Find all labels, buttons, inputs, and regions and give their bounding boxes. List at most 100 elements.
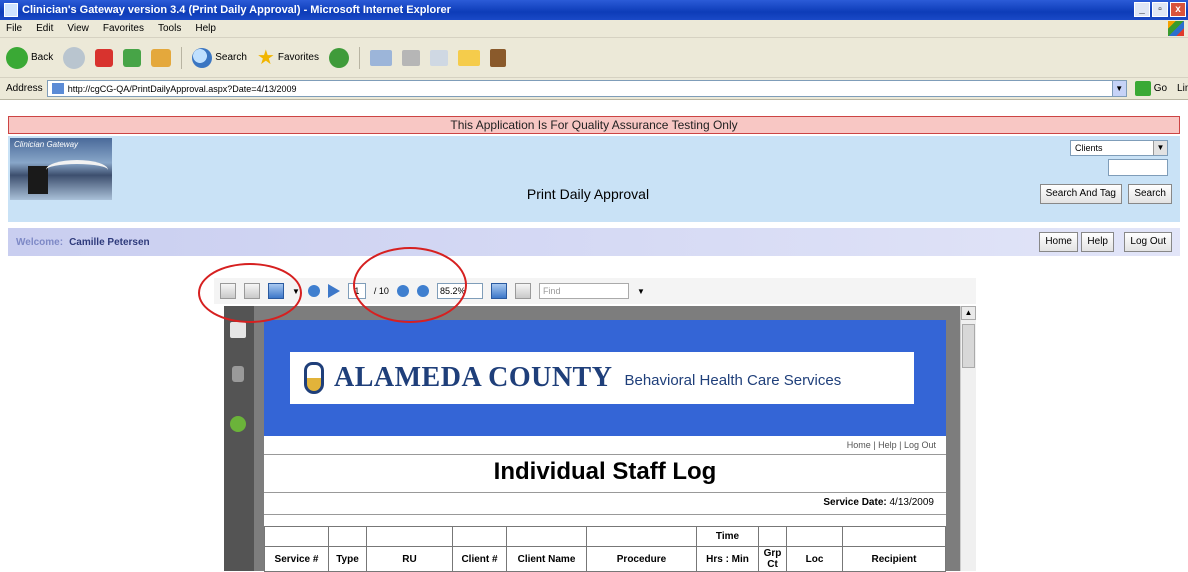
pdf-toolbar: ▼ 1 / 10 85.2% Find ▼ <box>214 278 976 304</box>
pdf-fit-width-icon[interactable] <box>514 283 531 299</box>
county-name: ALAMEDA COUNTY <box>334 362 613 393</box>
chevron-down-icon[interactable]: ▼ <box>637 287 645 296</box>
column-header: Client # <box>452 546 507 572</box>
ie-icon <box>4 3 18 17</box>
close-button[interactable]: x <box>1170 2 1186 17</box>
forward-arrow-icon <box>63 46 86 69</box>
search-and-tag-button[interactable]: Search And Tag <box>1039 184 1122 204</box>
nav-home-button[interactable]: Home <box>1039 232 1078 252</box>
divider <box>264 454 946 455</box>
service-date-label: Service Date: <box>823 497 887 508</box>
window-titlebar: Clinician's Gateway version 3.4 (Print D… <box>0 0 1188 20</box>
nav-logout-button[interactable]: Log Out <box>1124 232 1172 252</box>
address-dropdown-icon[interactable]: ▼ <box>1111 81 1126 96</box>
home-icon[interactable] <box>151 48 172 67</box>
stop-icon[interactable] <box>95 48 114 67</box>
logo-building <box>28 166 48 194</box>
report-title: Individual Staff Log <box>493 458 717 485</box>
attachment-icon[interactable] <box>232 366 244 382</box>
pdf-fit-page-icon[interactable] <box>490 283 507 299</box>
report-banner: ALAMEDA COUNTY Behavioral Health Care Se… <box>264 320 946 436</box>
pdf-scrollbar[interactable]: ▲ <box>960 306 976 571</box>
column-header: Loc <box>786 546 843 572</box>
address-label: Address <box>6 83 43 94</box>
column-header: Service # <box>264 546 329 572</box>
links-button[interactable]: Links <box>1177 83 1188 94</box>
address-input[interactable]: http://cgCG-QA/PrintDailyApproval.aspx?D… <box>46 80 1127 97</box>
maximize-button[interactable]: ▫ <box>1152 2 1168 17</box>
annotation-circle-print-save <box>198 263 302 323</box>
divider <box>264 514 946 515</box>
pages-icon[interactable] <box>230 322 246 338</box>
minimize-button[interactable]: _ <box>1134 2 1150 17</box>
column-header: Type <box>328 546 367 572</box>
logo-curve <box>46 160 108 180</box>
pdf-find-input[interactable]: Find <box>538 283 629 299</box>
folder-icon[interactable] <box>457 49 480 66</box>
pdf-next-page-icon[interactable] <box>327 284 340 298</box>
search-button-app[interactable]: Search <box>1128 184 1172 204</box>
page-icon <box>51 83 64 94</box>
pdf-prev-page-icon[interactable] <box>307 285 320 297</box>
toolbar-separator <box>181 46 183 69</box>
column-header: Client Name <box>506 546 587 572</box>
search-label: Search <box>215 52 247 63</box>
column-header: RU <box>366 546 453 572</box>
address-url: http://cgCG-QA/PrintDailyApproval.aspx?D… <box>67 83 297 94</box>
menu-file[interactable]: File <box>6 23 22 34</box>
page-title: Print Daily Approval <box>526 186 650 202</box>
report-page-links: Home | Help | Log Out <box>846 440 936 450</box>
favorites-button[interactable]: ★ Favorites <box>257 48 319 68</box>
refresh-icon[interactable] <box>123 48 142 67</box>
scroll-thumb[interactable] <box>962 324 975 368</box>
table-header-row: Service # Type RU Client # Client Name P… <box>264 546 946 572</box>
county-subtitle: Behavioral Health Care Services <box>624 371 842 389</box>
menu-favorites[interactable]: Favorites <box>103 23 144 34</box>
forward-button[interactable] <box>63 46 86 69</box>
welcome-label: Welcome: <box>16 236 64 248</box>
column-header: Grp Ct <box>758 546 787 572</box>
time-header: Time <box>696 526 759 547</box>
browser-toolbar: Back Search ★ Favorites <box>0 38 1188 78</box>
service-date: Service Date: 4/13/2009 <box>823 497 934 508</box>
menu-help[interactable]: Help <box>195 23 216 34</box>
app-header: Clinician Gateway Print Daily Approval C… <box>8 136 1180 222</box>
go-button[interactable]: Go <box>1134 81 1167 96</box>
go-arrow-icon <box>1134 81 1151 96</box>
toolbar-separator <box>358 46 360 69</box>
back-label: Back <box>31 52 54 63</box>
mail-icon[interactable] <box>369 49 392 66</box>
back-button[interactable]: Back <box>6 46 54 69</box>
windows-logo-icon <box>1168 21 1184 36</box>
user-name: Camille Petersen <box>69 236 150 248</box>
county-logo: ALAMEDA COUNTY Behavioral Health Care Se… <box>290 352 914 404</box>
search-type-select[interactable]: Clients ▼ <box>1070 140 1168 156</box>
history-icon[interactable] <box>328 47 349 68</box>
research-icon[interactable] <box>489 48 506 67</box>
annotation-circle-page-nav <box>353 247 467 323</box>
print-icon[interactable] <box>401 49 420 66</box>
signature-icon[interactable] <box>230 416 246 432</box>
logo-text: Clinician Gateway <box>14 140 79 149</box>
column-header: Procedure <box>586 546 697 572</box>
search-input[interactable] <box>1108 159 1168 176</box>
window-title: Clinician's Gateway version 3.4 (Print D… <box>22 4 451 16</box>
back-arrow-icon <box>6 46 28 69</box>
menu-edit[interactable]: Edit <box>36 23 53 34</box>
window-controls: _ ▫ x <box>1134 2 1186 17</box>
nav-help-button[interactable]: Help <box>1081 232 1114 252</box>
menu-view[interactable]: View <box>67 23 89 34</box>
service-date-value: 4/13/2009 <box>889 497 935 508</box>
pdf-page: ALAMEDA COUNTY Behavioral Health Care Se… <box>264 320 946 572</box>
edit-icon[interactable] <box>429 49 448 66</box>
scroll-up-icon[interactable]: ▲ <box>961 306 976 320</box>
address-bar: Address http://cgCG-QA/PrintDailyApprova… <box>0 78 1188 100</box>
search-icon <box>192 47 213 68</box>
search-button[interactable]: Search <box>192 47 247 68</box>
divider <box>264 492 946 493</box>
chevron-down-icon[interactable]: ▼ <box>1153 141 1167 155</box>
search-type-value: Clients <box>1075 143 1103 153</box>
welcome-bar: Welcome: Camille Petersen Home Help Log … <box>8 228 1180 256</box>
menu-tools[interactable]: Tools <box>158 23 181 34</box>
table-header-row-top: Time <box>264 526 946 547</box>
